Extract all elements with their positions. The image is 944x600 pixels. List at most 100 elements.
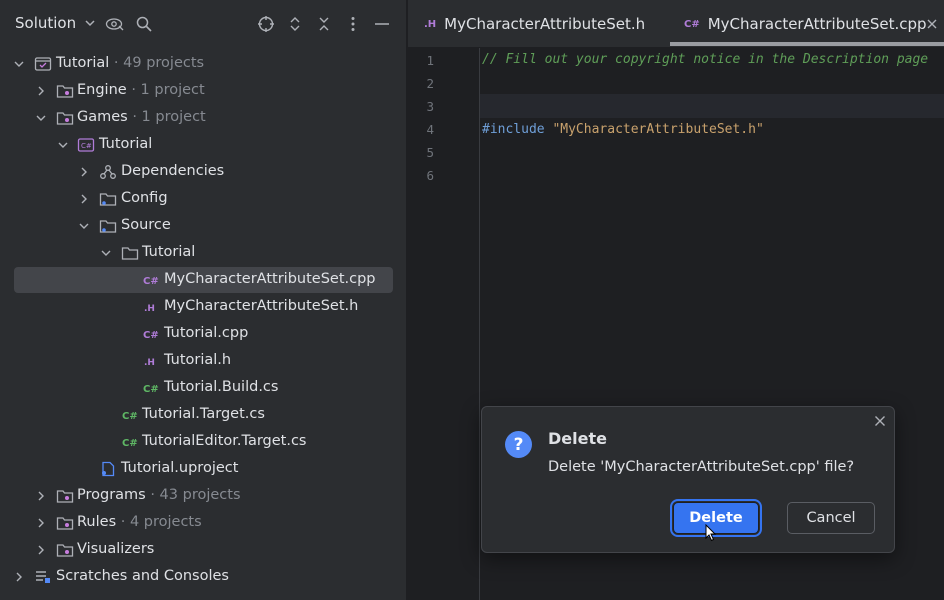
cpp-file-icon: C# [142, 271, 160, 289]
tree-item-rules[interactable]: Rules · 4 projects [14, 510, 393, 536]
tree-item-label: Tutorial [142, 244, 196, 260]
tree-item-label: Scratches and Consoles [56, 568, 229, 584]
folder-icon [121, 244, 139, 262]
more-options-icon[interactable] [343, 13, 363, 35]
chevron-down-icon [85, 20, 95, 27]
tab-label: MyCharacterAttributeSet.cpp [707, 15, 927, 33]
folder-icon [56, 82, 74, 100]
solution-dropdown[interactable]: Solution [15, 14, 96, 32]
view-options-icon[interactable] [105, 13, 125, 35]
header-file-icon: .H [424, 18, 437, 30]
tree-item-visualizers[interactable]: Visualizers [14, 537, 393, 563]
expand-all-icon[interactable] [285, 13, 305, 35]
cancel-button[interactable]: Cancel [787, 502, 875, 534]
cpp-file-icon: C# [684, 18, 700, 30]
close-icon [927, 19, 937, 29]
current-line-highlight [480, 94, 944, 118]
svg-text:C#: C# [122, 438, 138, 449]
tree-item-games[interactable]: Games · 1 project [14, 105, 393, 131]
chevron-right-icon[interactable] [12, 570, 26, 584]
tree-item-tutorialeditor-target-cs[interactable]: C# TutorialEditor.Target.cs [14, 429, 393, 455]
tree-item-config[interactable]: Config [14, 186, 393, 212]
tree-item-label: Tutorial.cpp [164, 325, 249, 341]
tree-item-label: Engine · 1 project [77, 82, 205, 98]
tree-item-tutorial-target-cs[interactable]: C# Tutorial.Target.cs [14, 402, 393, 428]
header-file-icon: .H [142, 298, 160, 316]
tree-item-mycharacterattributeset-h[interactable]: .H MyCharacterAttributeSet.h [14, 294, 393, 320]
tree-item-label: MyCharacterAttributeSet.h [164, 298, 359, 314]
minimize-icon[interactable] [372, 13, 392, 35]
tree-item-scratches-and-consoles[interactable]: Scratches and Consoles [14, 564, 393, 590]
folder-icon [56, 109, 74, 127]
close-icon [875, 416, 885, 426]
line-number: 3 [426, 99, 434, 114]
collapse-all-icon[interactable] [314, 13, 334, 35]
tree-item-label: MyCharacterAttributeSet.cpp [164, 271, 376, 287]
code-line-4[interactable]: #include "MyCharacterAttributeSet.h" [482, 122, 764, 137]
chevron-right-icon[interactable] [34, 543, 48, 557]
line-number-gutter: 1 2 3 4 5 6 [408, 48, 480, 600]
chevron-right-icon[interactable] [77, 192, 91, 206]
include-directive: #include [482, 122, 545, 137]
csharp-file-icon: C# [142, 379, 160, 397]
chevron-right-icon[interactable] [34, 84, 48, 98]
tree-item-mycharacterattributeset-cpp[interactable]: C# MyCharacterAttributeSet.cpp [14, 267, 393, 293]
folder-icon [99, 190, 117, 208]
solution-panel: Solution Tutorial · 49 projects Engine ·… [0, 0, 407, 600]
tree-item-label: Tutorial.uproject [121, 460, 239, 476]
tree-item-tutorial-folder[interactable]: Tutorial [14, 240, 393, 266]
tab-mycharacterattributeset-cpp[interactable]: C# MyCharacterAttributeSet.cpp [684, 0, 927, 48]
tree-item-tutorial-uproject[interactable]: Tutorial.uproject [14, 456, 393, 482]
dialog-close-button[interactable] [872, 413, 888, 429]
line-number: 5 [426, 145, 434, 160]
tree-item-tutorial-project[interactable]: C# Tutorial [14, 132, 393, 158]
tree-item-label: Rules · 4 projects [77, 514, 202, 530]
chevron-down-icon[interactable] [99, 246, 113, 260]
tree-item-dependencies[interactable]: Dependencies [14, 159, 393, 185]
tree-item-label: Tutorial.Target.cs [142, 406, 265, 422]
search-icon[interactable] [134, 13, 154, 35]
tree-item-label: Tutorial [99, 136, 153, 152]
chevron-down-icon[interactable] [56, 138, 70, 152]
csharp-file-icon: C# [121, 406, 139, 424]
tree-item-programs[interactable]: Programs · 43 projects [14, 483, 393, 509]
tree-item-tutorial-build-cs[interactable]: C# Tutorial.Build.cs [14, 375, 393, 401]
tree-item-label: Config [121, 190, 168, 206]
dependencies-icon [99, 163, 117, 181]
tree-item-label: Tutorial.h [164, 352, 232, 368]
chevron-right-icon[interactable] [34, 516, 48, 530]
tree-item-label: TutorialEditor.Target.cs [142, 433, 307, 449]
delete-confirmation-dialog: ? Delete Delete 'MyCharacterAttributeSet… [481, 406, 895, 553]
svg-text:C#: C# [143, 276, 159, 287]
chevron-right-icon[interactable] [77, 165, 91, 179]
tree-item-tutorial-h[interactable]: .H Tutorial.h [14, 348, 393, 374]
chevron-right-icon[interactable] [34, 489, 48, 503]
tree-item-source[interactable]: Source [14, 213, 393, 239]
folder-icon [56, 541, 74, 559]
svg-text:.H: .H [144, 358, 155, 368]
tree-item-tutorial-solution[interactable]: Tutorial · 49 projects [14, 51, 393, 77]
code-line-1[interactable]: // Fill out your copyright notice in the… [482, 52, 928, 67]
svg-text:C#: C# [81, 142, 92, 150]
tree-item-label: Visualizers [77, 541, 155, 557]
tree-item-label: Tutorial · 49 projects [56, 55, 205, 71]
tree-item-engine[interactable]: Engine · 1 project [14, 78, 393, 104]
svg-text:.H: .H [144, 304, 155, 314]
panel-header: Solution [0, 0, 407, 48]
svg-text:C#: C# [143, 384, 159, 395]
tree-item-label: Dependencies [121, 163, 225, 179]
solution-icon [34, 55, 52, 73]
chevron-down-icon[interactable] [34, 111, 48, 125]
tab-mycharacterattributeset-h[interactable]: .H MyCharacterAttributeSet.h [424, 0, 645, 48]
locate-icon[interactable] [256, 13, 276, 35]
active-tab-indicator [670, 42, 944, 46]
chevron-down-icon[interactable] [77, 219, 91, 233]
line-number: 2 [426, 76, 434, 91]
tab-close-button[interactable] [926, 0, 938, 48]
folder-icon [99, 217, 117, 235]
chevron-down-icon[interactable] [12, 57, 26, 71]
cpp-file-icon: C# [142, 325, 160, 343]
tree-item-label: Programs · 43 projects [77, 487, 241, 503]
line-number: 6 [426, 168, 434, 183]
tree-item-tutorial-cpp[interactable]: C# Tutorial.cpp [14, 321, 393, 347]
